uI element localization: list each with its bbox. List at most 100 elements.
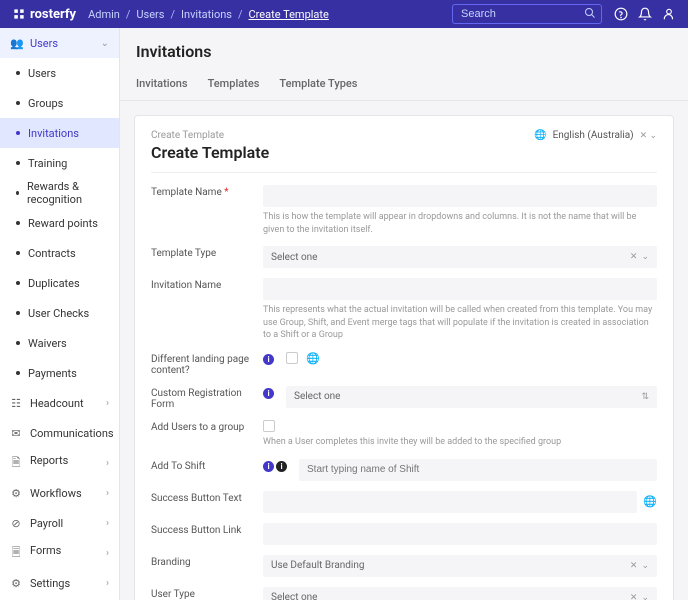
sidebar-cat-communications[interactable]: ✉Communications› [0,418,119,448]
label-template-type: Template Type [151,246,251,259]
clear-icon[interactable]: ✕ [630,252,638,262]
label-success-link: Success Button Link [151,523,251,536]
sidebar-item-duplicates[interactable]: Duplicates [0,268,119,298]
chevron-right-icon: › [106,488,109,499]
clear-icon[interactable]: ✕ [630,593,638,600]
success-text-input[interactable] [263,491,637,513]
branding-select[interactable]: Use Default Branding✕⌄ [263,555,657,577]
brand-text: rosterfy [30,7,76,22]
sidebar-cat-forms[interactable]: 🗏Forms› [0,538,119,568]
topbar: rosterfy Admin/ Users/ Invitations/ Crea… [0,0,688,28]
breadcrumb-l1[interactable]: Users [136,8,164,21]
breadcrumb-l2[interactable]: Invitations [181,8,232,21]
help-invitation-name: This represents what the actual invitati… [263,304,657,342]
label-user-type: User Type [151,587,251,600]
chevron-right-icon: › [106,518,109,529]
card-title: Create Template [151,143,269,162]
select-arrows-icon: ⇅ [641,392,649,402]
sidebar-item-reward-points[interactable]: Reward points [0,208,119,238]
label-add-group: Add Users to a group [151,420,251,433]
info-icon[interactable]: i [263,354,274,365]
search-box [452,4,602,24]
main-content: Invitations Invitations Templates Templa… [120,28,688,600]
workflows-icon: ⚙ [10,487,22,500]
sidebar-cat-workflows[interactable]: ⚙Workflows› [0,478,119,508]
headcount-icon: ☷ [10,397,22,410]
sidebar-item-user-checks[interactable]: User Checks [0,298,119,328]
clear-icon[interactable]: ✕ ⌄ [640,131,657,141]
custom-reg-select[interactable]: Select one⇅ [286,386,657,408]
sidebar-header-users[interactable]: 👥 Users ⌄ [0,28,119,58]
sidebar-item-contracts[interactable]: Contracts [0,238,119,268]
users-icon: 👥 [10,37,22,50]
chevron-down-icon: ⌄ [641,561,649,571]
help-icon[interactable] [614,7,628,21]
search-icon[interactable] [584,7,596,19]
add-shift-input[interactable] [299,459,657,481]
label-landing: Different landing page content? [151,352,251,376]
chevron-right-icon: › [106,548,109,559]
sidebar-item-payments[interactable]: Payments [0,358,119,388]
label-template-name: Template Name * [151,185,251,198]
language-label: English (Australia) [553,130,634,141]
add-group-checkbox[interactable] [263,420,275,432]
reports-icon: 🗎 [10,454,22,473]
chevron-down-icon: ⌄ [641,593,649,600]
sidebar-cat-reports[interactable]: 🗎Reports› [0,448,119,478]
label-success-text: Success Button Text [151,491,251,504]
label-custom-reg: Custom Registration Form [151,386,251,410]
breadcrumbs: Admin/ Users/ Invitations/ Create Templa… [88,8,329,21]
template-name-input[interactable] [263,185,657,207]
sidebar-item-waivers[interactable]: Waivers [0,328,119,358]
globe-icon: 🌐 [534,130,546,141]
forms-icon: 🗏 [10,544,22,563]
user-icon[interactable] [662,7,676,21]
help-add-group: When a User completes this invite they w… [263,436,657,449]
card-breadcrumb: Create Template [151,130,269,141]
brand-logo[interactable]: rosterfy [12,7,76,22]
chevron-down-icon: ⌄ [101,38,109,49]
sidebar-item-training[interactable]: Training [0,148,119,178]
sidebar-item-rewards[interactable]: Rewards & recognition [0,178,119,208]
sidebar-cat-settings[interactable]: ⚙Settings› [0,568,119,598]
sidebar-item-invitations[interactable]: Invitations [0,118,119,148]
sidebar-item-groups[interactable]: Groups [0,88,119,118]
form-card: Create Template Create Template 🌐 Englis… [134,115,674,600]
breadcrumb-root[interactable]: Admin [88,8,120,21]
clear-icon[interactable]: ✕ [630,561,638,571]
info-icon[interactable]: i [263,388,274,399]
help-template-name: This is how the template will appear in … [263,211,657,236]
bell-icon[interactable] [638,7,652,21]
label-invitation-name: Invitation Name [151,278,251,291]
globe-icon[interactable]: 🌐 [643,495,657,508]
landing-checkbox[interactable] [286,352,298,364]
breadcrumb-current[interactable]: Create Template [249,8,329,21]
sidebar-cat-payroll[interactable]: ⊘Payroll› [0,508,119,538]
tab-invitations[interactable]: Invitations [136,69,188,100]
tab-templates[interactable]: Templates [208,69,260,100]
sidebar-cat-headcount[interactable]: ☷Headcount› [0,388,119,418]
payroll-icon: ⊘ [10,517,22,530]
comms-icon: ✉ [10,427,22,440]
chevron-right-icon: › [106,458,109,469]
page-title: Invitations [120,28,688,69]
invitation-name-input[interactable] [263,278,657,300]
info-icon-dark[interactable]: i [276,461,287,472]
user-type-select[interactable]: Select one✕⌄ [263,587,657,600]
success-link-input[interactable] [263,523,657,545]
label-branding: Branding [151,555,251,568]
sidebar-item-users[interactable]: Users [0,58,119,88]
language-selector[interactable]: 🌐 English (Australia) ✕ ⌄ [534,130,657,141]
template-type-select[interactable]: Select one✕⌄ [263,246,657,268]
info-icon[interactable]: i [263,461,274,472]
tabs: Invitations Templates Template Types [120,69,688,101]
sidebar: 👥 Users ⌄ Users Groups Invitations Traini… [0,28,120,600]
tab-template-types[interactable]: Template Types [279,69,357,100]
chevron-down-icon: ⌄ [641,252,649,262]
globe-icon[interactable]: 🌐 [306,352,320,365]
search-input[interactable] [452,4,602,24]
chevron-right-icon: › [106,398,109,409]
sidebar-header-label: Users [30,37,58,50]
logo-mark-icon [12,7,26,21]
chevron-right-icon: › [106,578,109,589]
